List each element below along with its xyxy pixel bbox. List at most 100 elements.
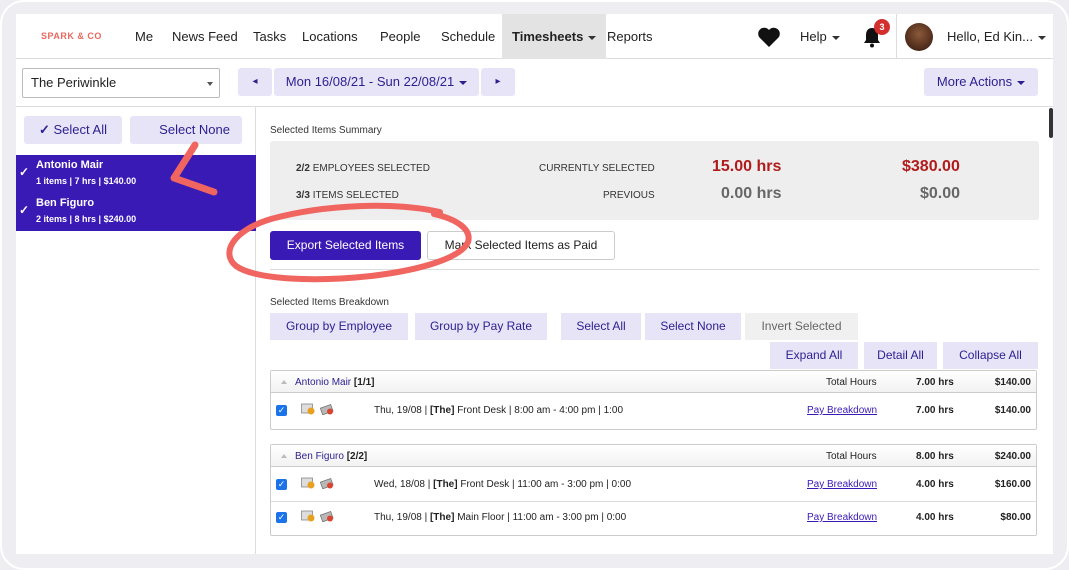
more-actions-label: More Actions bbox=[936, 74, 1013, 89]
employees-count: 2/2 bbox=[296, 163, 310, 174]
group-name[interactable]: Ben Figuro [2/2] bbox=[295, 451, 367, 462]
row-detail: Front Desk | 11:00 am - 3:00 pm | 0:00 bbox=[457, 479, 632, 490]
app-frame: SPARK & CO Me News Feed Tasks Locations … bbox=[16, 14, 1053, 554]
chevron-left-icon: ◂ bbox=[252, 76, 258, 87]
pay-breakdown-link[interactable]: Pay Breakdown bbox=[807, 405, 877, 416]
group-name-label: Ben Figuro bbox=[295, 451, 344, 462]
group-by-employee-button[interactable]: Group by Employee bbox=[270, 313, 408, 340]
checkmark-icon: ✓ bbox=[19, 203, 30, 217]
nav-reports[interactable]: Reports bbox=[607, 14, 653, 59]
sidebar-item-ben-figuro[interactable]: ✓ Ben Figuro 2 items | 8 hrs | $240.00 bbox=[16, 193, 256, 231]
group-count: [2/2] bbox=[346, 451, 368, 462]
money-icon bbox=[320, 477, 334, 489]
pay-breakdown-link[interactable]: Pay Breakdown bbox=[807, 512, 877, 523]
row-amount: $80.00 bbox=[1000, 512, 1031, 523]
chevron-right-icon: ▸ bbox=[495, 76, 501, 87]
sidebar-item-antonio-mair[interactable]: ✓ Antonio Mair 1 items | 7 hrs | $140.00 bbox=[16, 155, 256, 193]
group-by-payrate-button[interactable]: Group by Pay Rate bbox=[415, 313, 547, 340]
nav-schedule[interactable]: Schedule bbox=[441, 14, 495, 59]
chevron-down-icon bbox=[1017, 80, 1026, 85]
row-hours: 4.00 hrs bbox=[916, 479, 954, 490]
employees-selected: 2/2 EMPLOYEES SELECTED bbox=[296, 163, 430, 174]
previous-label: PREVIOUS bbox=[603, 190, 655, 201]
nav-news-feed[interactable]: News Feed bbox=[172, 14, 238, 59]
row-checkbox[interactable]: ✓ bbox=[276, 405, 287, 416]
previous-amount: $0.00 bbox=[920, 185, 961, 202]
breakdown-select-all-button[interactable]: Select All bbox=[561, 313, 641, 340]
items-label: ITEMS SELECTED bbox=[312, 190, 399, 201]
nav-me[interactable]: Me bbox=[135, 14, 153, 59]
group-name-label: Antonio Mair bbox=[295, 377, 352, 388]
checkmark-icon: ✓ bbox=[19, 165, 30, 179]
row-location: [The] bbox=[429, 512, 455, 523]
expand-all-button[interactable]: Expand All bbox=[770, 342, 858, 369]
employee-name: Ben Figuro bbox=[36, 197, 95, 209]
divider bbox=[270, 269, 1039, 270]
nav-people[interactable]: People bbox=[380, 14, 420, 59]
notification-badge: 3 bbox=[874, 19, 890, 35]
invert-selected-button[interactable]: Invert Selected bbox=[745, 313, 858, 340]
date-range-button[interactable]: Mon 16/08/21 - Sun 22/08/21 bbox=[274, 68, 479, 96]
timesheet-icon bbox=[301, 510, 315, 522]
previous-hours: 0.00 hrs bbox=[721, 185, 782, 202]
detail-all-button[interactable]: Detail All bbox=[864, 342, 937, 369]
sidebar-select-none-button[interactable]: Select None bbox=[130, 116, 242, 144]
help-label: Help bbox=[800, 29, 827, 44]
brand-logo[interactable]: SPARK & CO bbox=[41, 31, 102, 41]
row-date: Thu, 19/08 | bbox=[374, 512, 430, 523]
nav-tasks[interactable]: Tasks bbox=[253, 14, 286, 59]
pay-breakdown-link[interactable]: Pay Breakdown bbox=[807, 479, 877, 490]
row-amount: $160.00 bbox=[994, 479, 1031, 490]
summary-title: Selected Items Summary bbox=[270, 125, 382, 136]
row-amount: $140.00 bbox=[994, 405, 1031, 416]
row-description: Thu, 19/08 | [The] Front Desk | 8:00 am … bbox=[374, 405, 623, 416]
row-checkbox[interactable]: ✓ bbox=[276, 512, 287, 523]
collapse-icon[interactable] bbox=[281, 454, 287, 458]
more-actions-button[interactable]: More Actions bbox=[924, 68, 1038, 96]
employee-meta: 1 items | 7 hrs | $140.00 bbox=[36, 176, 137, 186]
group-total-hours: 7.00 hrs bbox=[916, 377, 954, 388]
help-menu[interactable]: Help bbox=[800, 14, 840, 59]
group-header[interactable]: Antonio Mair [1/1] Total Hours 7.00 hrs … bbox=[271, 371, 1036, 393]
location-select[interactable]: The Periwinkle bbox=[22, 68, 220, 98]
nav-locations[interactable]: Locations bbox=[302, 14, 358, 59]
money-icon bbox=[320, 510, 334, 522]
employee-meta: 2 items | 8 hrs | $240.00 bbox=[36, 214, 137, 224]
group-total-amount: $240.00 bbox=[994, 451, 1031, 462]
nav-timesheets[interactable]: Timesheets bbox=[502, 14, 607, 59]
user-greeting: Hello, Ed Kin... bbox=[947, 29, 1033, 44]
mark-paid-button[interactable]: Mark Selected Items as Paid bbox=[427, 231, 615, 260]
chevron-down-icon bbox=[831, 35, 840, 40]
chevron-down-icon bbox=[207, 82, 213, 86]
toolbar: The Periwinkle ◂ Mon 16/08/21 - Sun 22/0… bbox=[16, 59, 1053, 107]
checkmark-icon: ✓ bbox=[38, 122, 50, 137]
user-menu[interactable]: Hello, Ed Kin... bbox=[947, 14, 1046, 59]
next-week-button[interactable]: ▸ bbox=[481, 68, 515, 96]
current-amount: $380.00 bbox=[902, 158, 960, 175]
employee-sidebar: ✓ Select All Select None ✓ Antonio Mair … bbox=[16, 107, 256, 554]
row-checkbox[interactable]: ✓ bbox=[276, 479, 287, 490]
row-description: Wed, 18/08 | [The] Front Desk | 11:00 am… bbox=[374, 479, 631, 490]
avatar[interactable] bbox=[905, 23, 933, 51]
prev-week-button[interactable]: ◂ bbox=[238, 68, 272, 96]
group-name[interactable]: Antonio Mair [1/1] bbox=[295, 377, 374, 388]
group-total-amount: $140.00 bbox=[994, 377, 1031, 388]
export-selected-button[interactable]: Export Selected Items bbox=[270, 231, 421, 260]
top-nav: SPARK & CO Me News Feed Tasks Locations … bbox=[16, 14, 1053, 59]
chevron-down-icon bbox=[459, 80, 468, 85]
row-location: [The] bbox=[433, 479, 458, 490]
date-range-label: Mon 16/08/21 - Sun 22/08/21 bbox=[285, 74, 455, 89]
items-selected: 3/3 ITEMS SELECTED bbox=[296, 190, 399, 201]
group-header[interactable]: Ben Figuro [2/2] Total Hours 8.00 hrs $2… bbox=[271, 445, 1036, 467]
chevron-down-icon bbox=[588, 35, 597, 40]
sidebar-select-all-button[interactable]: ✓ Select All bbox=[24, 116, 122, 144]
table-row: ✓ Thu, 19/08 | [The] Front Desk | 8:00 a… bbox=[271, 395, 1036, 427]
scrollbar[interactable] bbox=[1049, 108, 1053, 138]
collapse-icon[interactable] bbox=[281, 380, 287, 384]
breakdown-select-none-button[interactable]: Select None bbox=[645, 313, 741, 340]
heart-icon[interactable] bbox=[757, 26, 781, 48]
timesheet-icon bbox=[301, 403, 315, 415]
summary-panel: 2/2 EMPLOYEES SELECTED 3/3 ITEMS SELECTE… bbox=[270, 141, 1039, 220]
chevron-down-icon bbox=[1038, 35, 1046, 40]
collapse-all-button[interactable]: Collapse All bbox=[943, 342, 1038, 369]
